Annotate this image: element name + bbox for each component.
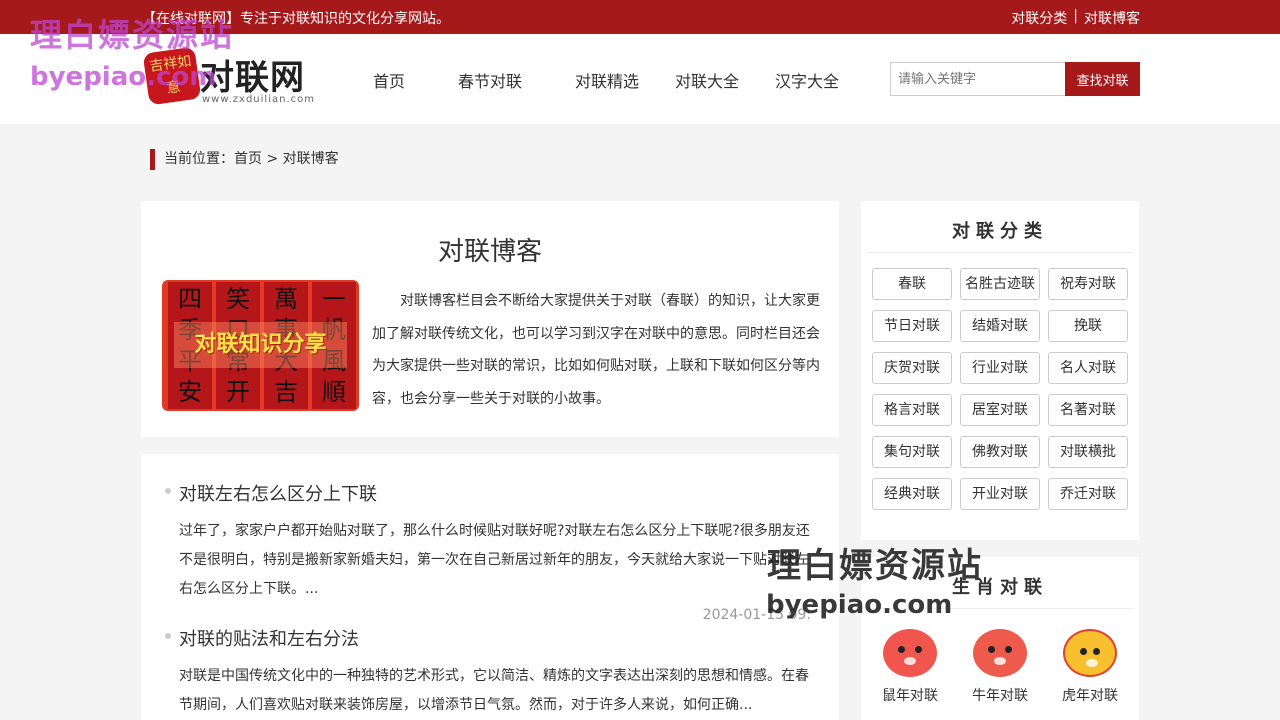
- rat-icon: [883, 629, 937, 677]
- category-tag[interactable]: 集句对联: [872, 436, 952, 468]
- category-tag[interactable]: 挽联: [1048, 310, 1128, 342]
- top-links: 对联分类 | 对联博客: [1011, 8, 1140, 28]
- zodiac-label: 虎年对联: [1062, 688, 1118, 704]
- nav-collection[interactable]: 对联大全: [657, 68, 757, 92]
- category-tag[interactable]: 名胜古迹联: [960, 268, 1040, 300]
- category-tag[interactable]: 格言对联: [872, 394, 952, 426]
- post-excerpt: 过年了，家家户户都开始贴对联了，那么什么时候贴对联好呢?对联左右怎么区分上下联呢…: [179, 523, 810, 597]
- nav-hanzi[interactable]: 汉字大全: [757, 68, 857, 92]
- blog-banner-image: 四季平安 笑口常开 萬事大吉 一帆風順 对联知识分享: [162, 280, 359, 411]
- watermark-url: byepiao.com: [766, 590, 953, 620]
- category-title: 对联分类: [952, 221, 1048, 242]
- top-link-blog[interactable]: 对联博客: [1084, 8, 1140, 28]
- category-tag[interactable]: 行业对联: [960, 352, 1040, 384]
- divider: [867, 252, 1133, 253]
- category-tag[interactable]: 名著对联: [1048, 394, 1128, 426]
- category-tag[interactable]: 经典对联: [872, 478, 952, 510]
- banner-caption: 对联知识分享: [174, 322, 347, 368]
- category-tag[interactable]: 名人对联: [1048, 352, 1128, 384]
- main-nav: 首页 春节对联 对联精选 对联大全 汉字大全: [355, 68, 857, 92]
- search-box: 查找对联: [890, 62, 1140, 96]
- breadcrumb: 当前位置：首页 > 对联博客: [150, 149, 339, 170]
- ox-icon: [973, 629, 1027, 677]
- search-input[interactable]: [890, 62, 1065, 96]
- zodiac-list: 鼠年对联 牛年对联 虎年对联: [861, 629, 1139, 705]
- category-tag[interactable]: 节日对联: [872, 310, 952, 342]
- zodiac-item-ox[interactable]: 牛年对联: [960, 629, 1040, 705]
- zodiac-label: 牛年对联: [972, 688, 1028, 704]
- watermark-url: byepiao.com: [30, 62, 217, 92]
- category-tags: 春联 名胜古迹联 祝寿对联 节日对联 结婚对联 挽联 庆贺对联 行业对联 名人对…: [872, 268, 1129, 510]
- top-link-separator: |: [1073, 8, 1078, 24]
- post-title[interactable]: 对联左右怎么区分上下联: [179, 480, 377, 506]
- category-panel: 对联分类 春联 名胜古迹联 祝寿对联 节日对联 结婚对联 挽联 庆贺对联 行业对…: [861, 201, 1139, 540]
- zodiac-label: 鼠年对联: [882, 688, 938, 704]
- zodiac-item-tiger[interactable]: 虎年对联: [1050, 629, 1130, 705]
- category-tag[interactable]: 开业对联: [960, 478, 1040, 510]
- page-title: 对联博客: [437, 237, 542, 267]
- nav-spring-festival[interactable]: 春节对联: [423, 68, 557, 92]
- logo-url: www.zxduilian.com: [202, 94, 315, 105]
- watermark-text: 理白嫖资源站: [767, 546, 983, 586]
- bullet-dot-icon: [165, 633, 171, 639]
- nav-home[interactable]: 首页: [355, 68, 423, 92]
- search-button[interactable]: 查找对联: [1065, 62, 1140, 96]
- nav-selected[interactable]: 对联精选: [557, 68, 657, 92]
- category-tag[interactable]: 乔迁对联: [1048, 478, 1128, 510]
- category-tag[interactable]: 佛教对联: [960, 436, 1040, 468]
- category-tag[interactable]: 庆贺对联: [872, 352, 952, 384]
- post-list: 对联左右怎么区分上下联 过年了，家家户户都开始贴对联了，那么什么时候贴对联好呢?…: [141, 454, 839, 720]
- top-link-categories[interactable]: 对联分类: [1011, 8, 1067, 28]
- category-tag[interactable]: 结婚对联: [960, 310, 1040, 342]
- zodiac-item-rat[interactable]: 鼠年对联: [870, 629, 950, 705]
- post-title[interactable]: 对联的贴法和左右分法: [179, 625, 359, 651]
- bullet-dot-icon: [165, 488, 171, 494]
- tiger-icon: [1063, 629, 1117, 677]
- category-tag[interactable]: 祝寿对联: [1048, 268, 1128, 300]
- blog-intro-panel: 对联博客 四季平安 笑口常开 萬事大吉 一帆風順 对联知识分享 对联博客栏目会不…: [141, 201, 839, 437]
- post-excerpt: 对联是中国传统文化中的一种独特的艺术形式，它以简洁、精炼的文字表达出深刻的思想和…: [179, 668, 809, 713]
- watermark-text: 理白嫖资源站: [30, 16, 235, 54]
- category-tag[interactable]: 春联: [872, 268, 952, 300]
- category-tag[interactable]: 居室对联: [960, 394, 1040, 426]
- category-tag[interactable]: 对联横批: [1048, 436, 1128, 468]
- intro-text: 对联博客栏目会不断给大家提供关于对联（春联）的知识，让大家更加了解对联传统文化，…: [372, 293, 820, 407]
